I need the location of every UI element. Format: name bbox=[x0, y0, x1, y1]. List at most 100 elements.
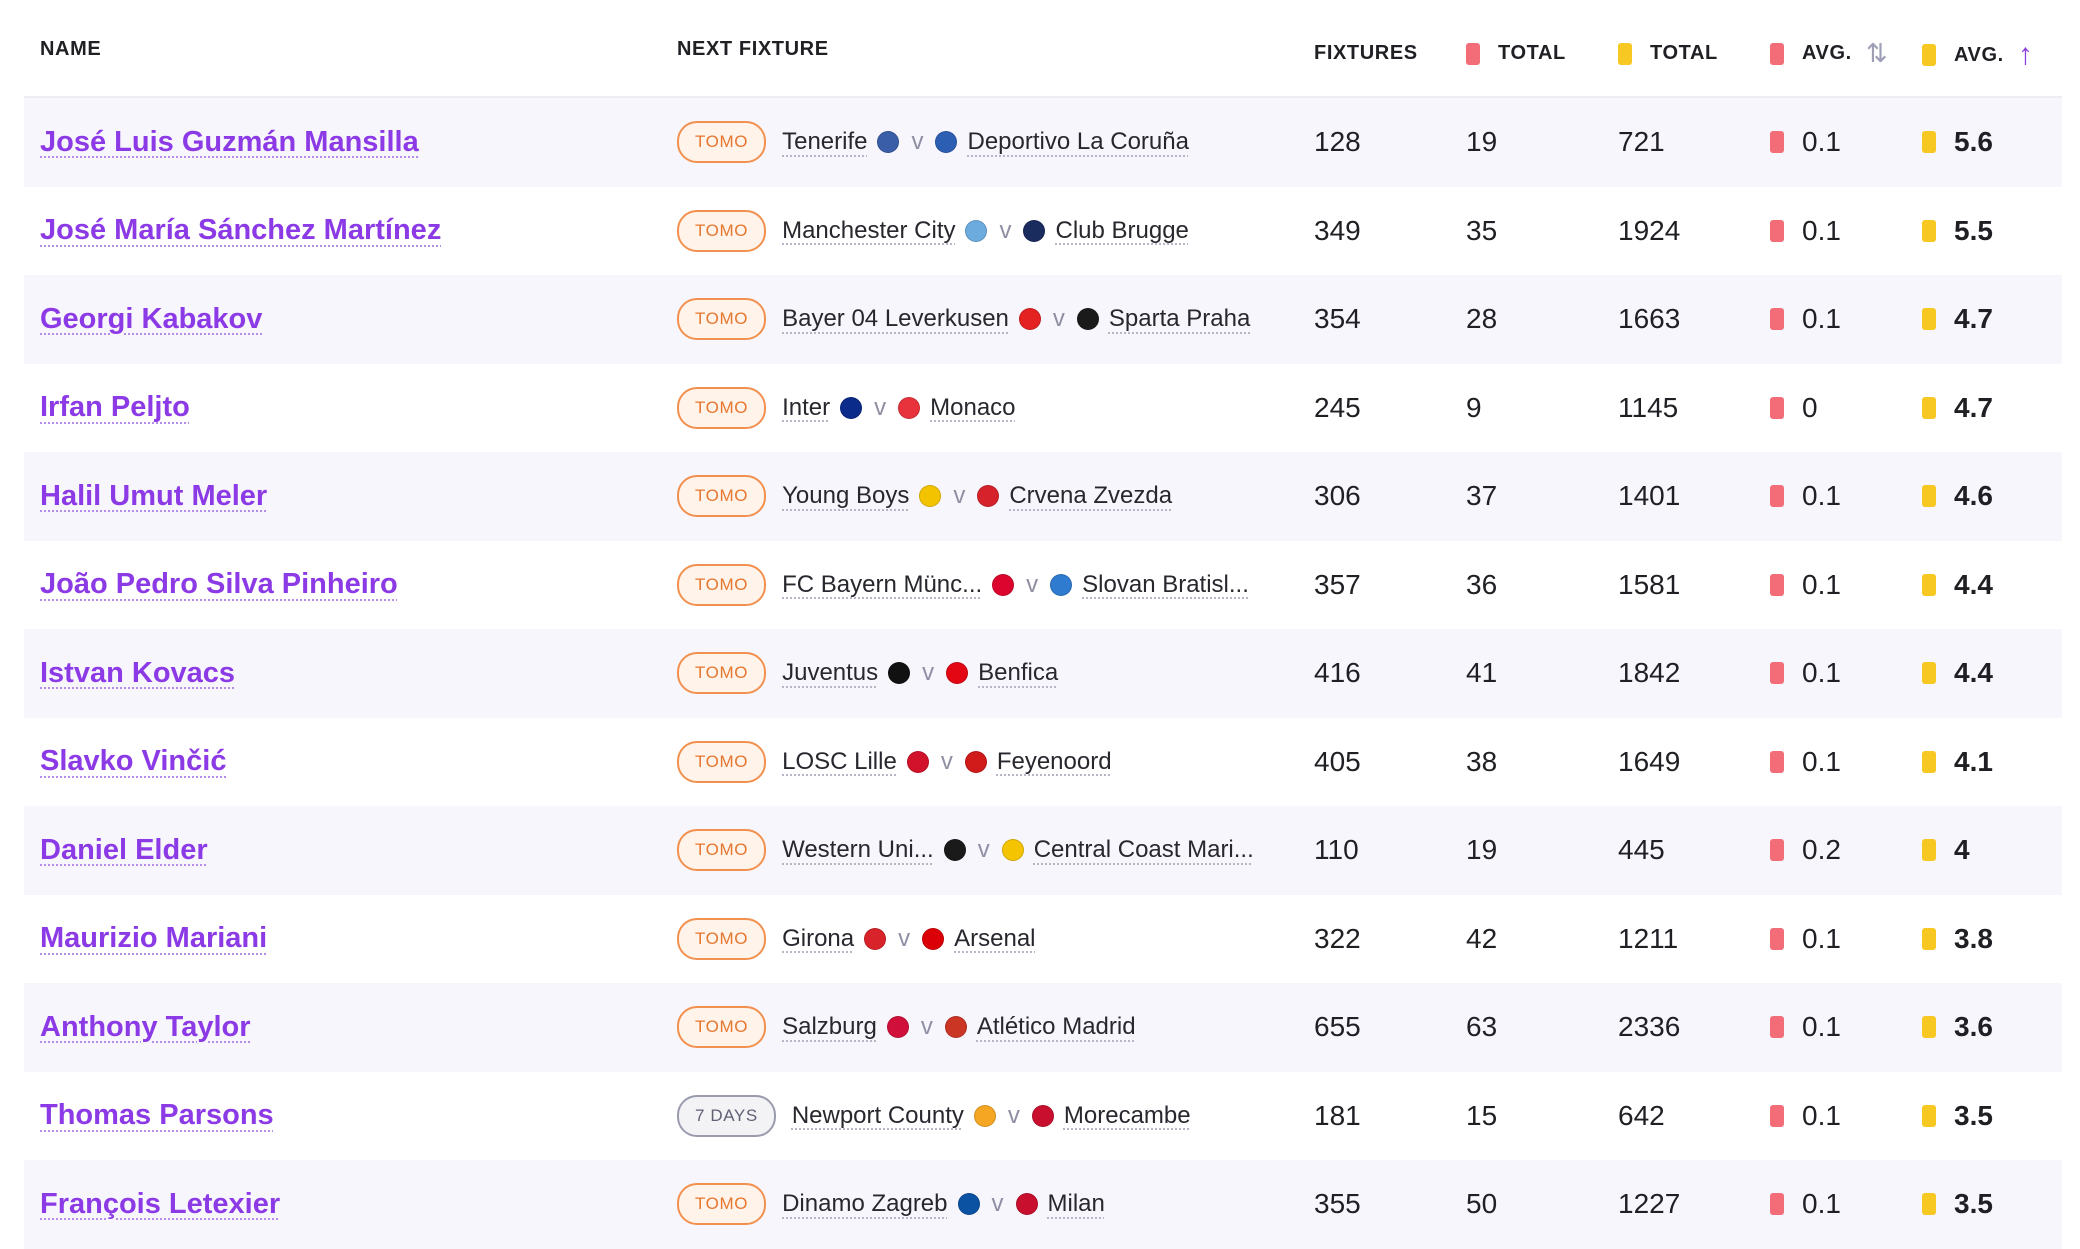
referee-name-link[interactable]: Irfan Peljto bbox=[40, 391, 190, 424]
home-team-crest-icon bbox=[957, 1193, 980, 1216]
fixtures-count: 110 bbox=[1314, 834, 1359, 866]
away-team-link[interactable]: Milan bbox=[1048, 1190, 1105, 1218]
home-team-link[interactable]: Tenerife bbox=[782, 128, 867, 156]
yellow-avg-value: 4.6 bbox=[1954, 480, 1993, 512]
table-row[interactable]: Thomas Parsons 7 DAYS Newport County v M… bbox=[24, 1072, 2062, 1161]
referee-name-link[interactable]: Maurizio Mariani bbox=[40, 922, 267, 955]
table-row[interactable]: François Letexier TOMO Dinamo Zagreb v M… bbox=[24, 1160, 2062, 1249]
table-row[interactable]: Slavko Vinčić TOMO LOSC Lille v Feyenoor… bbox=[24, 718, 2062, 807]
fixtures-count: 357 bbox=[1314, 568, 1361, 600]
fixtures-count: 405 bbox=[1314, 745, 1361, 777]
table-row[interactable]: José Luis Guzmán Mansilla TOMO Tenerife … bbox=[24, 98, 2062, 187]
away-team-link[interactable]: Club Brugge bbox=[1055, 217, 1188, 245]
home-team-link[interactable]: Dinamo Zagreb bbox=[782, 1190, 947, 1218]
red-avg-value: 0.1 bbox=[1802, 568, 1841, 600]
table-row[interactable]: Istvan Kovacs TOMO Juventus v Benfica 41… bbox=[24, 629, 2062, 718]
red-total-value: 28 bbox=[1466, 303, 1498, 335]
yellow-card-icon bbox=[1922, 1104, 1936, 1127]
away-team-link[interactable]: Deportivo La Coruña bbox=[967, 128, 1188, 156]
yellow-avg-value: 5.5 bbox=[1954, 214, 1993, 246]
referee-name-link[interactable]: Thomas Parsons bbox=[40, 1099, 274, 1132]
col-header-next-fixture[interactable]: NEXT FIXTURE bbox=[677, 38, 829, 61]
away-team-link[interactable]: Benfica bbox=[978, 659, 1058, 687]
referee-name-link[interactable]: José Luis Guzmán Mansilla bbox=[40, 126, 419, 159]
red-total-value: 63 bbox=[1466, 1011, 1498, 1043]
fixtures-count: 416 bbox=[1314, 657, 1361, 689]
yellow-avg-value: 3.5 bbox=[1954, 1188, 1993, 1220]
red-card-icon bbox=[1770, 839, 1784, 862]
red-card-icon bbox=[1466, 42, 1480, 65]
col-header-red-total[interactable]: TOTAL bbox=[1466, 42, 1566, 65]
red-total-value: 42 bbox=[1466, 922, 1498, 954]
referee-name-link[interactable]: João Pedro Silva Pinheiro bbox=[40, 568, 398, 601]
home-team-link[interactable]: Bayer 04 Leverkusen bbox=[782, 305, 1009, 333]
home-team-link[interactable]: Newport County bbox=[792, 1102, 964, 1130]
yellow-total-value: 1145 bbox=[1618, 391, 1679, 423]
away-team-link[interactable]: Arsenal bbox=[954, 925, 1035, 953]
referee-name-link[interactable]: Anthony Taylor bbox=[40, 1011, 251, 1044]
red-card-icon bbox=[1770, 308, 1784, 331]
fixtures-count: 306 bbox=[1314, 480, 1361, 512]
away-team-link[interactable]: Atlético Madrid bbox=[977, 1013, 1136, 1041]
col-header-name[interactable]: NAME bbox=[40, 38, 101, 61]
versus-label: v bbox=[1007, 1101, 1020, 1129]
table-row[interactable]: Anthony Taylor TOMO Salzburg v Atlético … bbox=[24, 983, 2062, 1072]
away-team-link[interactable]: Feyenoord bbox=[997, 748, 1112, 776]
table-row[interactable]: José María Sánchez Martínez TOMO Manches… bbox=[24, 187, 2062, 276]
yellow-card-icon bbox=[1922, 662, 1936, 685]
away-team-link[interactable]: Crvena Zvezda bbox=[1009, 482, 1172, 510]
home-team-link[interactable]: Manchester City bbox=[782, 217, 955, 245]
referee-name-link[interactable]: José María Sánchez Martínez bbox=[40, 214, 441, 247]
referee-name-link[interactable]: Halil Umut Meler bbox=[40, 480, 267, 513]
next-fixture-cell: TOMO LOSC Lille v Feyenoord bbox=[677, 718, 1112, 807]
yellow-card-icon bbox=[1922, 1193, 1936, 1216]
table-body: José Luis Guzmán Mansilla TOMO Tenerife … bbox=[24, 98, 2062, 1249]
away-team-link[interactable]: Sparta Praha bbox=[1109, 305, 1250, 333]
home-team-link[interactable]: Salzburg bbox=[782, 1013, 877, 1041]
table-row[interactable]: Georgi Kabakov TOMO Bayer 04 Leverkusen … bbox=[24, 275, 2062, 364]
red-total-value: 38 bbox=[1466, 745, 1498, 777]
home-team-crest-icon bbox=[864, 927, 887, 950]
home-team-link[interactable]: Girona bbox=[782, 925, 854, 953]
home-team-link[interactable]: FC Bayern Münc... bbox=[782, 571, 982, 599]
col-header-yellow-total[interactable]: TOTAL bbox=[1618, 42, 1718, 65]
yellow-card-icon bbox=[1922, 1016, 1936, 1039]
away-team-link[interactable]: Monaco bbox=[930, 394, 1015, 422]
yellow-avg-value: 4.7 bbox=[1954, 391, 1993, 423]
fixture-date-badge: TOMO bbox=[677, 917, 767, 960]
sort-ascending-icon[interactable]: ↑ bbox=[2018, 38, 2034, 72]
home-team-link[interactable]: LOSC Lille bbox=[782, 748, 897, 776]
yellow-avg-value: 5.6 bbox=[1954, 126, 1993, 158]
referee-name-link[interactable]: Georgi Kabakov bbox=[40, 303, 262, 336]
home-team-link[interactable]: Juventus bbox=[782, 659, 878, 687]
col-header-fixtures[interactable]: FIXTURES bbox=[1314, 42, 1418, 65]
home-team-link[interactable]: Western Uni... bbox=[782, 836, 934, 864]
away-team-link[interactable]: Morecambe bbox=[1064, 1102, 1191, 1130]
col-header-yellow-avg[interactable]: AVG. ↑ bbox=[1922, 38, 2033, 72]
home-team-crest-icon bbox=[965, 219, 988, 242]
versus-label: v bbox=[953, 482, 966, 510]
home-team-crest-icon bbox=[888, 662, 911, 685]
away-team-link[interactable]: Central Coast Mari... bbox=[1034, 836, 1254, 864]
referee-name-link[interactable]: Daniel Elder bbox=[40, 834, 208, 867]
table-row[interactable]: Irfan Peljto TOMO Inter v Monaco 245 9 1… bbox=[24, 364, 2062, 453]
away-team-link[interactable]: Slovan Bratisl... bbox=[1082, 571, 1249, 599]
home-team-link[interactable]: Young Boys bbox=[782, 482, 909, 510]
away-team-crest-icon bbox=[1076, 308, 1099, 331]
yellow-card-icon bbox=[1922, 396, 1936, 419]
red-total-value: 41 bbox=[1466, 657, 1498, 689]
referee-name-link[interactable]: Istvan Kovacs bbox=[40, 657, 235, 690]
referee-name-link[interactable]: Slavko Vinčić bbox=[40, 745, 226, 778]
table-row[interactable]: Halil Umut Meler TOMO Young Boys v Crven… bbox=[24, 452, 2062, 541]
versus-label: v bbox=[898, 924, 911, 952]
col-header-red-avg[interactable]: AVG. ⇅ bbox=[1770, 38, 1888, 69]
yellow-card-icon bbox=[1922, 44, 1936, 66]
yellow-total-value: 1227 bbox=[1618, 1188, 1681, 1220]
sort-arrows-icon[interactable]: ⇅ bbox=[1866, 38, 1888, 69]
home-team-link[interactable]: Inter bbox=[782, 394, 830, 422]
table-row[interactable]: Maurizio Mariani TOMO Girona v Arsenal 3… bbox=[24, 895, 2062, 984]
red-card-icon bbox=[1770, 750, 1784, 773]
referee-name-link[interactable]: François Letexier bbox=[40, 1188, 280, 1221]
table-row[interactable]: João Pedro Silva Pinheiro TOMO FC Bayern… bbox=[24, 541, 2062, 630]
table-row[interactable]: Daniel Elder TOMO Western Uni... v Centr… bbox=[24, 806, 2062, 895]
